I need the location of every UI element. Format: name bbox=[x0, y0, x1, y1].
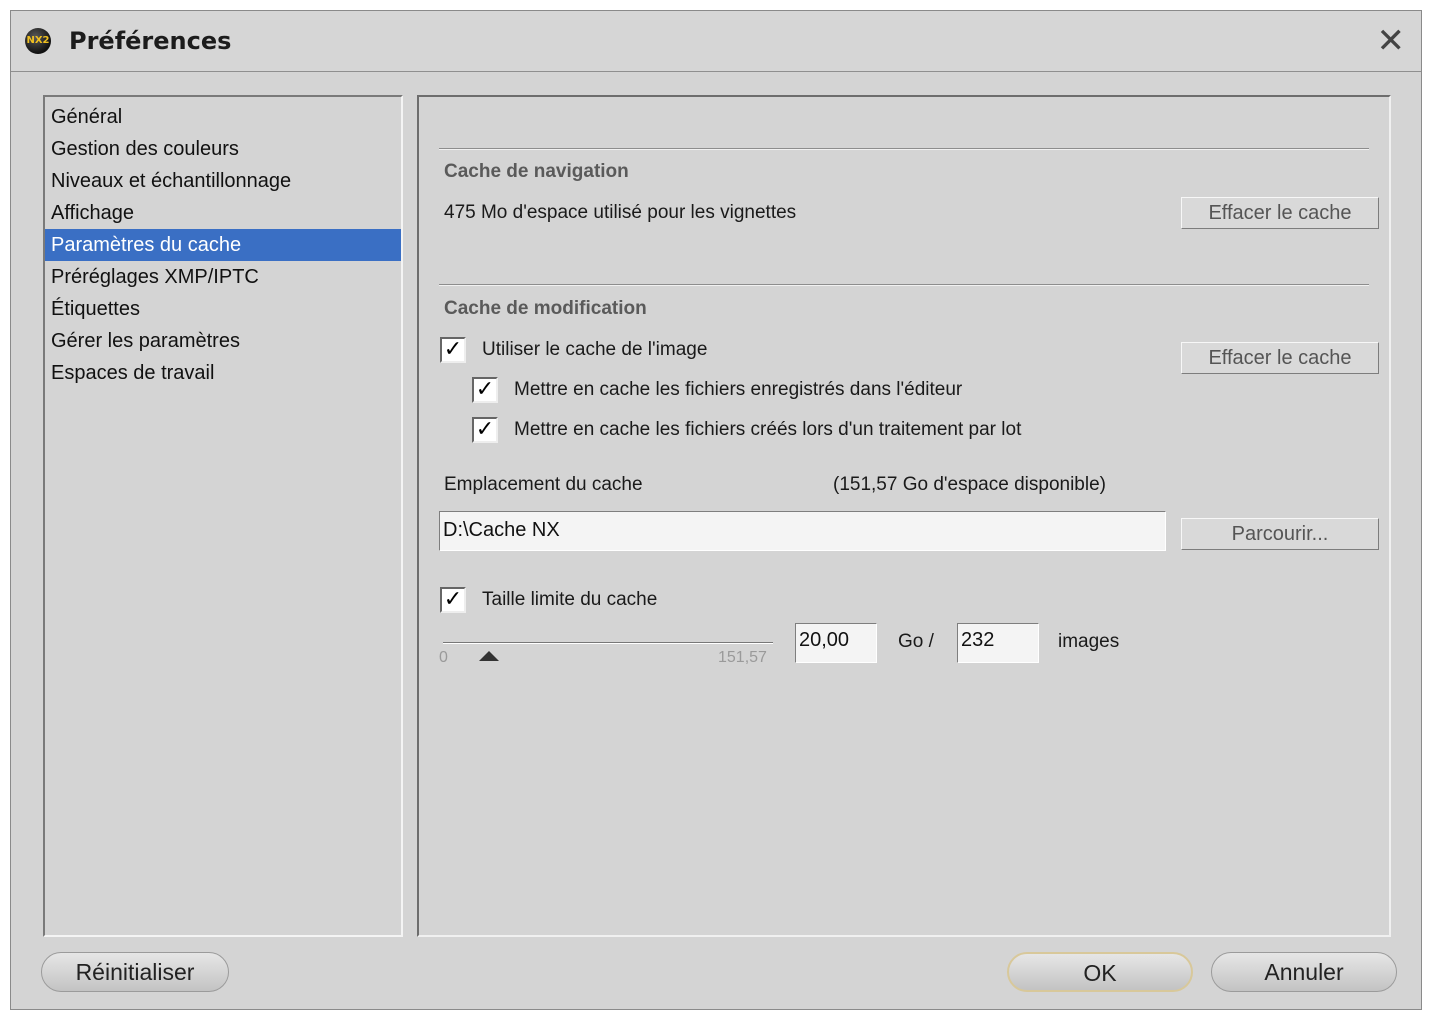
section-divider bbox=[439, 148, 1369, 150]
sidebar-item-display[interactable]: Affichage bbox=[45, 197, 401, 229]
browse-button[interactable]: Parcourir... bbox=[1181, 518, 1379, 550]
edit-cache-heading: Cache de modification bbox=[444, 298, 647, 319]
category-list: Général Gestion des couleurs Niveaux et … bbox=[43, 95, 403, 937]
thumbnail-usage-text: 475 Mo d'espace utilisé pour les vignett… bbox=[444, 202, 797, 223]
dialog-title: Préférences bbox=[69, 27, 232, 55]
cache-batch-files-checkbox[interactable]: ✓ bbox=[472, 417, 498, 443]
sidebar-item-general[interactable]: Général bbox=[45, 101, 401, 133]
cache-location-label: Emplacement du cache bbox=[444, 474, 643, 495]
reset-button[interactable]: Réinitialiser bbox=[41, 952, 229, 992]
slider-max-label: 151,57 bbox=[718, 649, 767, 666]
cache-size-slider-thumb[interactable] bbox=[479, 651, 499, 661]
navigation-cache-heading: Cache de navigation bbox=[444, 161, 629, 182]
sidebar-item-color-management[interactable]: Gestion des couleurs bbox=[45, 133, 401, 165]
size-unit-label: Go / bbox=[898, 631, 934, 652]
preferences-dialog: NX2 Préférences ✕ Général Gestion des co… bbox=[10, 10, 1422, 1010]
nx-app-icon: NX2 bbox=[25, 28, 51, 54]
cancel-button[interactable]: Annuler bbox=[1211, 952, 1397, 992]
sidebar-item-cache-settings[interactable]: Paramètres du cache bbox=[45, 229, 401, 261]
sidebar-item-xmp-iptc-presets[interactable]: Préréglages XMP/IPTC bbox=[45, 261, 401, 293]
sidebar-item-workspaces[interactable]: Espaces de travail bbox=[45, 357, 401, 389]
sidebar-item-levels-sampling[interactable]: Niveaux et échantillonnage bbox=[45, 165, 401, 197]
clear-navigation-cache-button[interactable]: Effacer le cache bbox=[1181, 197, 1379, 229]
cache-batch-files-label: Mettre en cache les fichiers créés lors … bbox=[514, 419, 1022, 440]
cache-editor-files-label: Mettre en cache les fichiers enregistrés… bbox=[514, 379, 963, 400]
slider-min-label: 0 bbox=[439, 649, 448, 666]
use-image-cache-checkbox[interactable]: ✓ bbox=[440, 337, 466, 363]
close-icon[interactable]: ✕ bbox=[1377, 21, 1406, 61]
images-count-input[interactable]: 232 bbox=[957, 623, 1039, 663]
cache-size-slider-track[interactable] bbox=[443, 642, 773, 644]
cache-size-input[interactable]: 20,00 bbox=[795, 623, 877, 663]
ok-button[interactable]: OK bbox=[1007, 952, 1193, 992]
cache-editor-files-checkbox[interactable]: ✓ bbox=[472, 377, 498, 403]
sidebar-item-labels[interactable]: Étiquettes bbox=[45, 293, 401, 325]
sidebar-item-manage-settings[interactable]: Gérer les paramètres bbox=[45, 325, 401, 357]
title-bar: NX2 Préférences ✕ bbox=[11, 11, 1421, 72]
available-space-text: (151,57 Go d'espace disponible) bbox=[833, 474, 1106, 495]
clear-edit-cache-button[interactable]: Effacer le cache bbox=[1181, 342, 1379, 374]
section-divider bbox=[439, 284, 1369, 286]
limit-cache-size-checkbox[interactable]: ✓ bbox=[440, 587, 466, 613]
images-label: images bbox=[1058, 631, 1120, 652]
limit-cache-size-label: Taille limite du cache bbox=[482, 589, 658, 610]
cache-location-field[interactable]: D:\Cache NX bbox=[439, 511, 1166, 551]
use-image-cache-label: Utiliser le cache de l'image bbox=[482, 339, 708, 360]
